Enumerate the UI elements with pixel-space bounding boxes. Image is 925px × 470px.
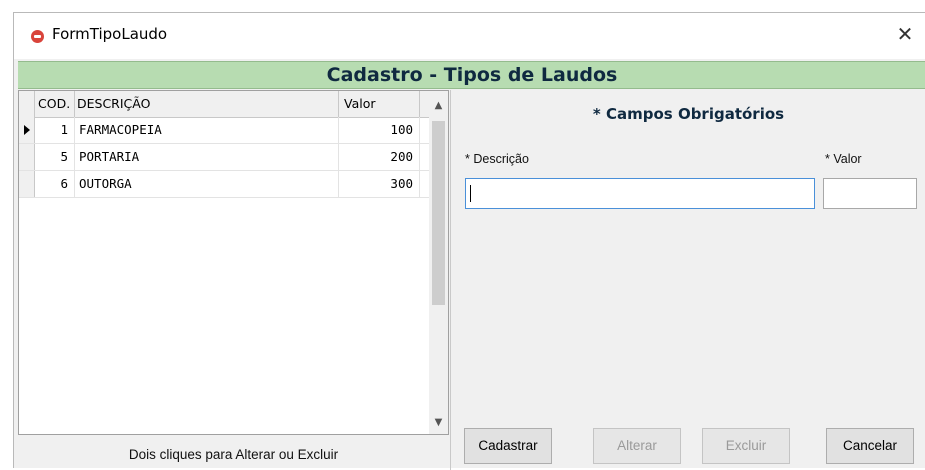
cell-cod: 6 xyxy=(35,171,75,197)
row-indicator-cell xyxy=(19,171,35,197)
panel-divider xyxy=(450,90,451,470)
scroll-thumb[interactable] xyxy=(432,121,445,305)
descricao-label: * Descrição xyxy=(465,152,529,166)
cancelar-button[interactable]: Cancelar xyxy=(826,428,914,464)
row-indicator-arrow-icon xyxy=(24,125,30,135)
table-row[interactable]: 5 PORTARIA 200 xyxy=(19,144,429,171)
table-row[interactable]: 1 FARMACOPEIA 100 xyxy=(19,117,429,144)
close-icon[interactable]: ✕ xyxy=(891,20,919,48)
laudos-grid[interactable]: COD. DESCRIÇÃO Valor 1 FARMACOPEIA 100 5… xyxy=(18,90,449,435)
row-indicator-cell xyxy=(19,144,35,170)
column-header-descricao[interactable]: DESCRIÇÃO xyxy=(75,91,339,117)
cell-valor: 300 xyxy=(339,171,420,197)
alterar-button[interactable]: Alterar xyxy=(593,428,681,464)
grid-hint-label: Dois cliques para Alterar ou Excluir xyxy=(128,447,339,462)
column-header-valor[interactable]: Valor xyxy=(339,91,420,117)
descricao-input[interactable] xyxy=(465,178,815,209)
cell-valor: 100 xyxy=(339,117,420,143)
column-header-cod[interactable]: COD. xyxy=(35,91,75,117)
cell-valor: 200 xyxy=(339,144,420,170)
app-icon xyxy=(31,30,44,43)
window-title: FormTipoLaudo xyxy=(52,25,168,43)
scroll-up-arrow-icon[interactable]: ▲ xyxy=(429,95,448,117)
cadastrar-button[interactable]: Cadastrar xyxy=(464,428,552,464)
valor-label: * Valor xyxy=(825,152,862,166)
table-row[interactable]: 6 OUTORGA 300 xyxy=(19,171,429,198)
scroll-down-arrow-icon[interactable]: ▼ xyxy=(429,412,448,434)
cell-descricao: PORTARIA xyxy=(75,144,339,170)
cell-cod: 1 xyxy=(35,117,75,143)
row-indicator-cell xyxy=(19,117,35,143)
grid-vertical-scrollbar[interactable]: ▲ ▼ xyxy=(429,91,448,434)
form-header-band: Cadastro - Tipos de Laudos xyxy=(18,61,925,89)
form-header-title: Cadastro - Tipos de Laudos xyxy=(326,64,618,86)
title-bar: FormTipoLaudo ✕ xyxy=(14,13,925,59)
required-fields-note: * Campos Obrigatórios xyxy=(592,105,785,123)
valor-input[interactable] xyxy=(823,178,917,209)
cell-descricao: OUTORGA xyxy=(75,171,339,197)
grid-header-row: COD. DESCRIÇÃO Valor xyxy=(19,91,429,118)
excluir-button[interactable]: Excluir xyxy=(702,428,790,464)
cell-descricao: FARMACOPEIA xyxy=(75,117,339,143)
form-window: FormTipoLaudo ✕ Cadastro - Tipos de Laud… xyxy=(13,12,925,470)
cell-cod: 5 xyxy=(35,144,75,170)
grid-rows: 1 FARMACOPEIA 100 5 PORTARIA 200 6 OUTOR… xyxy=(19,117,429,198)
grid-header-indicator xyxy=(19,91,35,117)
